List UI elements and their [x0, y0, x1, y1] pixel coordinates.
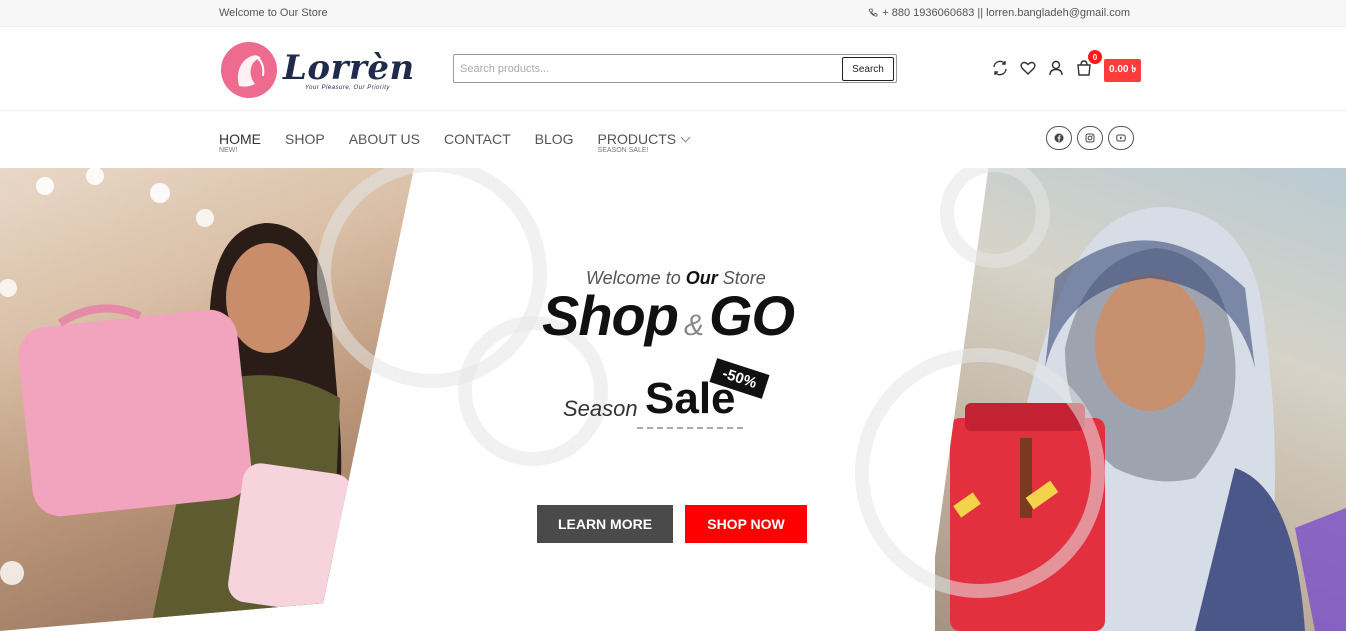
nav-item-home[interactable]: HOME NEW! [219, 131, 261, 154]
cart-count-badge: 0 [1088, 50, 1102, 64]
logo[interactable]: Lorrèn Your Pleasure, Our Priority [221, 40, 421, 98]
facebook-icon[interactable] [1046, 126, 1072, 150]
cart-icon[interactable]: 0 [1074, 50, 1102, 78]
hero-title: Shop & GO [542, 283, 795, 348]
nav-label: PRODUCTS [597, 131, 677, 147]
wishlist-heart-icon[interactable] [1018, 58, 1038, 78]
chevron-down-icon [680, 132, 691, 143]
title-go: GO [709, 284, 795, 347]
header: Lorrèn Your Pleasure, Our Priority Searc… [0, 27, 1346, 111]
nav-label: BLOG [534, 131, 574, 147]
social-links [1046, 126, 1134, 150]
nav-label: CONTACT [444, 131, 511, 147]
logo-emblem [221, 42, 277, 98]
hero-banner: Welcome to Our Store Shop & GO Season Sale… [0, 168, 1346, 631]
cart-total[interactable]: 0.00 ৳ [1104, 58, 1142, 82]
title-shop: Shop [542, 284, 679, 347]
shop-now-button[interactable]: SHOP NOW [685, 505, 807, 543]
user-account-icon[interactable] [1046, 58, 1066, 78]
learn-more-button[interactable]: LEARN MORE [537, 505, 673, 543]
logo-text: Lorrèn [283, 48, 415, 88]
top-welcome-text: Welcome to Our Store [219, 7, 328, 19]
nav-label: SHOP [285, 131, 325, 147]
nav-item-contact[interactable]: CONTACT [444, 131, 511, 147]
main-navigation: HOME NEW! SHOP ABOUT US CONTACT BLOG PRO… [0, 111, 1346, 168]
youtube-icon[interactable] [1108, 126, 1134, 150]
search-input[interactable] [460, 60, 840, 78]
top-bar: Welcome to Our Store + 880 1936060683 ||… [0, 0, 1346, 27]
title-ampersand: & [683, 309, 704, 342]
season-text: Season [563, 396, 638, 421]
nav-item-products[interactable]: PRODUCTS SEASON SALE! [597, 131, 691, 154]
nav-label: HOME [219, 131, 261, 147]
nav-sub-label: SEASON SALE! [597, 147, 649, 154]
nav-item-blog[interactable]: BLOG [535, 131, 574, 147]
instagram-icon[interactable] [1077, 126, 1103, 150]
header-icons: 0 0.00 ৳ [990, 50, 1142, 82]
contact-text: + 880 1936060683 || lorren.bangladeh@gma… [882, 7, 1130, 19]
compare-icon[interactable] [990, 58, 1010, 78]
dashed-divider [637, 427, 743, 429]
search-button[interactable]: Search [842, 57, 894, 81]
phone-icon [868, 8, 878, 17]
nav-label: ABOUT US [348, 131, 420, 147]
hero-content: Welcome to Our Store Shop & GO Season Sale… [0, 168, 1346, 631]
top-contact: + 880 1936060683 || lorren.bangladeh@gma… [868, 7, 1130, 19]
nav-item-about-us[interactable]: ABOUT US [349, 131, 420, 147]
nav-item-shop[interactable]: SHOP [285, 131, 325, 147]
search-box: Search [453, 54, 897, 83]
logo-tagline: Your Pleasure, Our Priority [305, 85, 390, 91]
nav-sub-label: NEW! [219, 147, 238, 154]
